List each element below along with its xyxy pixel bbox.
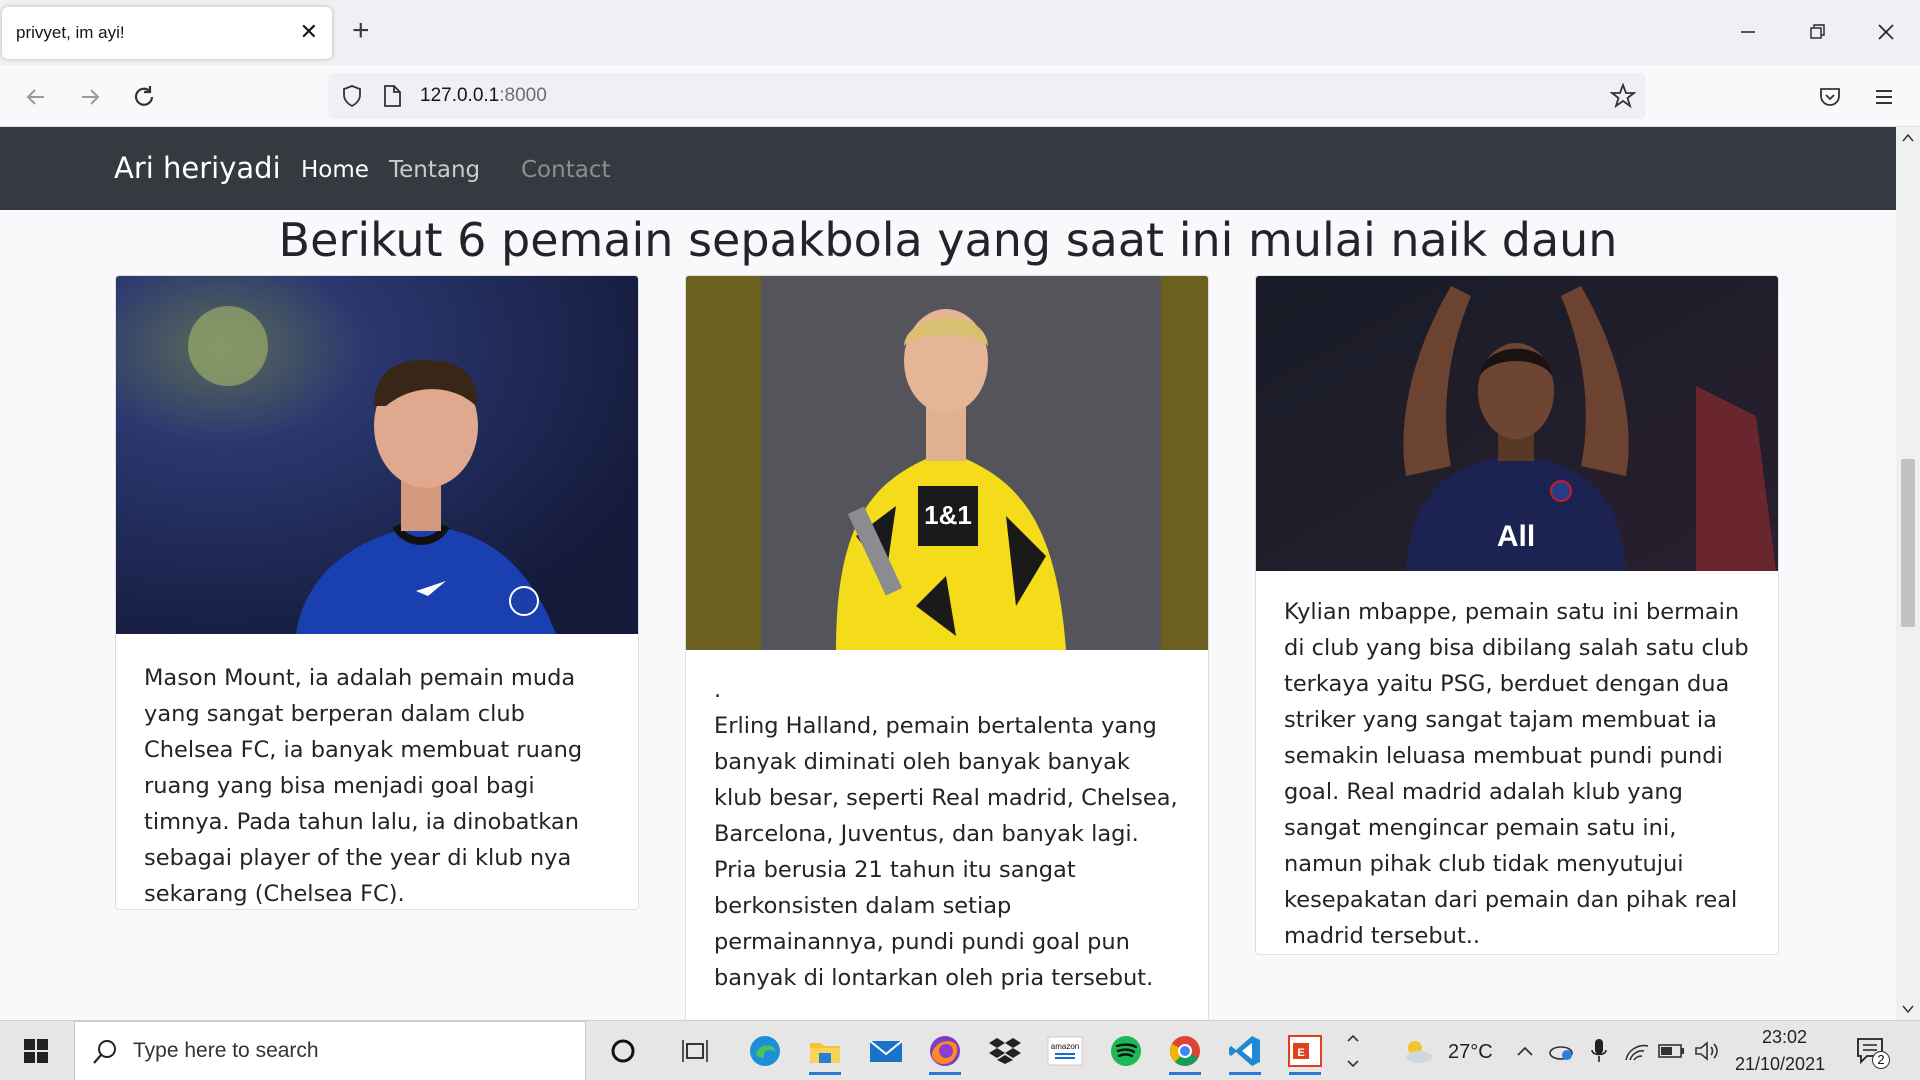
site-navbar: Ari heriyadi Home Tentang Contact (0, 127, 1896, 210)
onedrive-sync-icon[interactable] (1544, 1031, 1578, 1071)
weather-icon[interactable] (1398, 1031, 1438, 1071)
temperature[interactable]: 27°C (1448, 1041, 1493, 1064)
battery-icon[interactable] (1655, 1031, 1689, 1071)
chrome-icon[interactable] (1165, 1031, 1205, 1075)
url-text: 127.0.0.1:8000 (420, 85, 547, 107)
windows-start-icon[interactable] (16, 1031, 56, 1071)
taskbar-search[interactable]: Type here to search (74, 1021, 586, 1080)
player-card: Mason Mount, ia adalah pemain muda yang … (115, 275, 639, 910)
close-window-icon[interactable] (1866, 14, 1906, 50)
card-text: Mason Mount, ia adalah pemain muda yang … (144, 665, 583, 907)
player-image-mount (116, 276, 638, 634)
tab-title: privyet, im ayi! (16, 23, 125, 42)
spotify-icon[interactable] (1106, 1031, 1146, 1071)
shield-icon[interactable] (340, 84, 364, 113)
browser-tab-strip: privyet, im ayi! ✕ + (0, 0, 1920, 65)
cortana-icon[interactable] (603, 1031, 643, 1071)
running-indicator (929, 1072, 961, 1075)
player-card: 1&1 . Erling Halland, pemain bertalenta … (685, 275, 1209, 1020)
browser-tab[interactable]: privyet, im ayi! ✕ (2, 7, 332, 59)
notification-count-badge: 2 (1872, 1051, 1890, 1069)
show-hidden-icons-chevron-icon[interactable] (1510, 1031, 1540, 1071)
clock-date[interactable]: 21/10/2021 (1735, 1054, 1825, 1075)
nav-link-home[interactable]: Home (301, 157, 369, 183)
clock-time[interactable]: 23:02 (1762, 1027, 1807, 1048)
notification-center-icon[interactable]: 2 (1850, 1031, 1890, 1071)
page-viewport: Ari heriyadi Home Tentang Contact Beriku… (0, 127, 1896, 1020)
forward-icon[interactable] (72, 79, 108, 115)
bookmark-star-icon[interactable] (1609, 82, 1637, 114)
running-indicator (1169, 1072, 1201, 1075)
volume-icon[interactable] (1690, 1031, 1724, 1071)
running-indicator (1289, 1072, 1321, 1075)
back-icon[interactable] (18, 79, 54, 115)
page-scrollbar[interactable] (1896, 127, 1920, 1020)
minimize-icon[interactable] (1728, 14, 1768, 50)
svg-text:amazon: amazon (1051, 1042, 1079, 1051)
office-icon[interactable]: E (1285, 1031, 1325, 1075)
player-image-haaland: 1&1 (686, 276, 1208, 650)
player-card: All Kylian mbappe, pemain satu ini berma… (1255, 275, 1779, 955)
svg-text:All: All (1497, 520, 1535, 553)
dropbox-icon[interactable] (985, 1031, 1025, 1071)
card-text: Erling Halland, pemain bertalenta yang b… (714, 713, 1178, 991)
running-indicator (1229, 1072, 1261, 1075)
reload-icon[interactable] (126, 79, 162, 115)
browser-toolbar: 127.0.0.1:8000 (0, 65, 1920, 127)
taskbar: Type here to search amazon E 27°C 23:02 … (0, 1020, 1920, 1080)
edge-icon[interactable] (745, 1031, 785, 1071)
task-view-icon[interactable] (675, 1031, 715, 1071)
firefox-icon[interactable] (925, 1031, 965, 1075)
url-host: 127.0.0.1 (420, 85, 500, 106)
address-bar[interactable]: 127.0.0.1:8000 (328, 73, 1646, 119)
close-tab-icon[interactable]: ✕ (300, 19, 318, 45)
search-placeholder: Type here to search (133, 1039, 319, 1062)
site-brand[interactable]: Ari heriyadi (114, 151, 281, 185)
vscode-icon[interactable] (1225, 1031, 1265, 1075)
new-tab-icon[interactable]: + (352, 14, 370, 48)
file-explorer-icon[interactable] (805, 1031, 845, 1075)
mail-icon[interactable] (866, 1031, 906, 1071)
url-port: :8000 (499, 85, 547, 106)
nav-link-contact[interactable]: Contact (521, 157, 610, 183)
amazon-icon[interactable]: amazon (1045, 1031, 1085, 1071)
card-dot: . (714, 677, 722, 703)
svg-text:E: E (1297, 1047, 1304, 1059)
player-image-mbappe: All (1256, 276, 1778, 571)
menu-icon[interactable] (1866, 79, 1902, 115)
microphone-icon[interactable] (1582, 1031, 1616, 1071)
search-icon (93, 1040, 116, 1064)
wifi-icon[interactable] (1620, 1031, 1654, 1071)
running-indicator (809, 1072, 841, 1075)
nav-link-tentang[interactable]: Tentang (389, 157, 480, 183)
taskbar-overflow-chevrons[interactable] (1340, 1031, 1366, 1071)
page-heading: Berikut 6 pemain sepakbola yang saat ini… (278, 213, 1618, 267)
svg-text:1&1: 1&1 (924, 500, 972, 530)
scrollbar-thumb[interactable] (1901, 459, 1915, 627)
pocket-icon[interactable] (1812, 79, 1848, 115)
card-text: Kylian mbappe, pemain satu ini bermain d… (1284, 599, 1749, 949)
page-info-icon[interactable] (382, 85, 402, 112)
restore-icon[interactable] (1797, 14, 1837, 50)
